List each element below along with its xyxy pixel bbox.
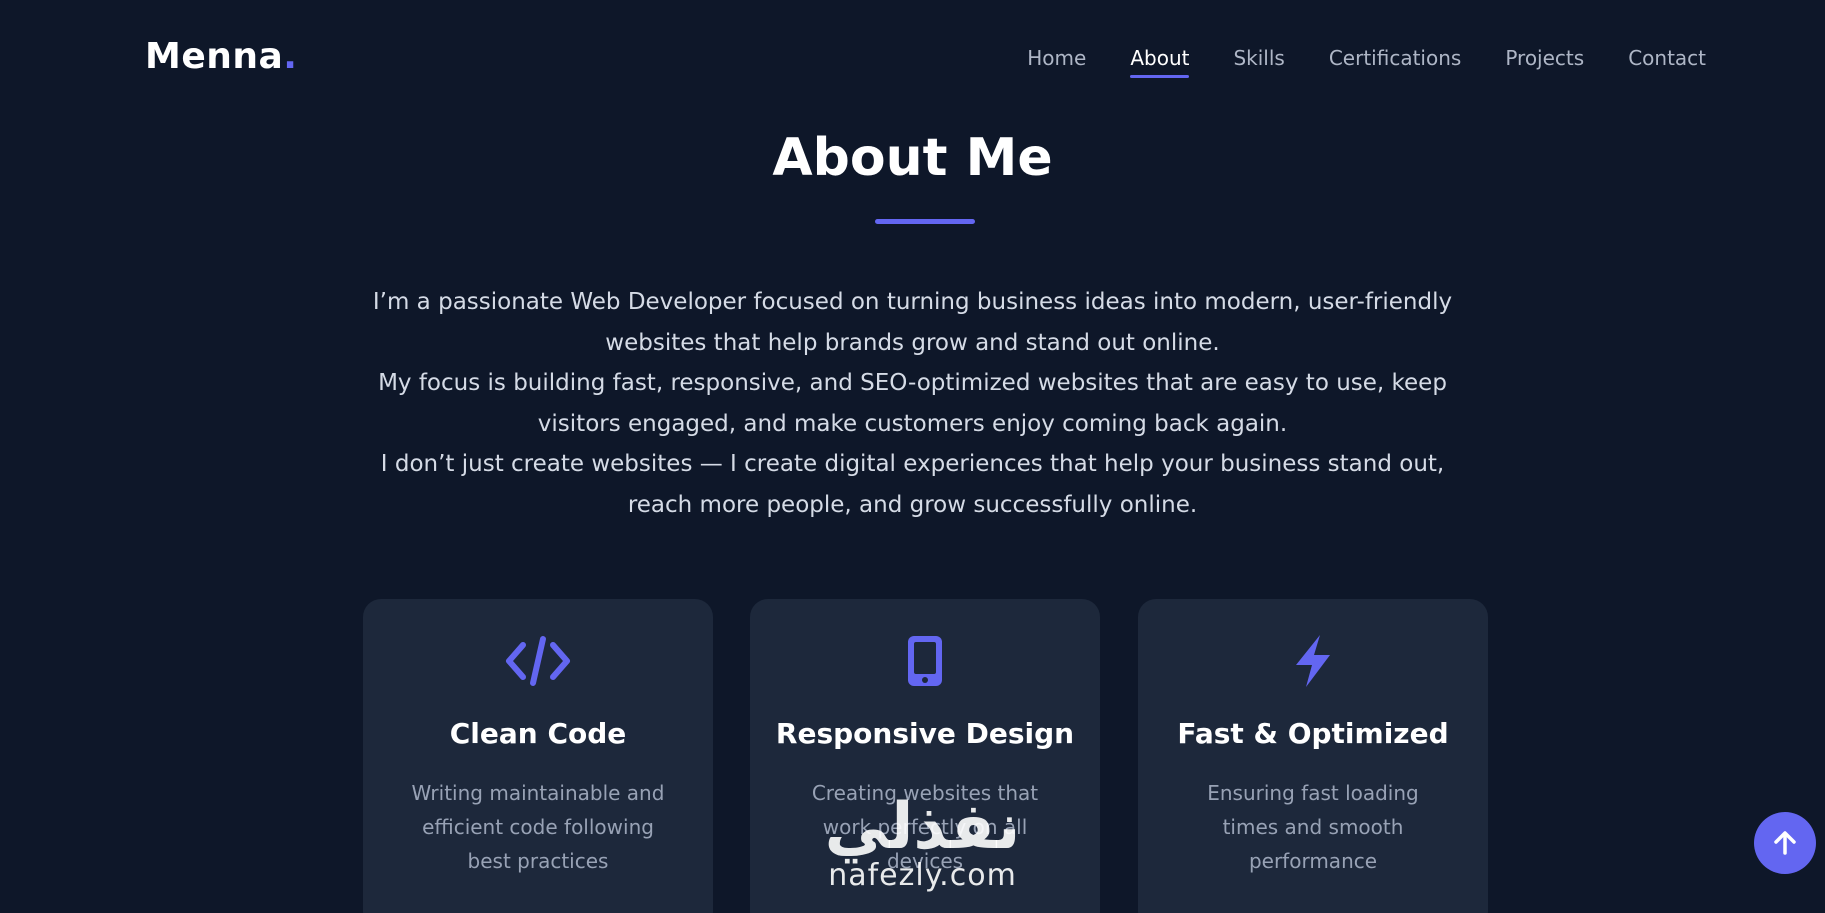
intro-paragraph-2: My focus is building fast, responsive, a… bbox=[378, 370, 1447, 437]
feature-card-responsive-design: Responsive Design Creating websites that… bbox=[750, 599, 1100, 913]
title-underline bbox=[875, 219, 975, 224]
nav-contact[interactable]: Contact bbox=[1628, 46, 1706, 78]
arrow-up-icon bbox=[1774, 831, 1796, 855]
card-description: Ensuring fast loading times and smooth p… bbox=[1207, 781, 1419, 873]
nav-projects[interactable]: Projects bbox=[1505, 46, 1584, 78]
feature-card-clean-code: Clean Code Writing maintainable and effi… bbox=[363, 599, 713, 913]
logo-text: Menna bbox=[145, 36, 284, 77]
intro-paragraph-1: I’m a passionate Web Developer focused o… bbox=[372, 289, 1453, 356]
nav-home[interactable]: Home bbox=[1027, 46, 1086, 78]
feature-card-fast-optimized: Fast & Optimized Ensuring fast loading t… bbox=[1138, 599, 1488, 913]
mobile-icon bbox=[750, 631, 1100, 691]
card-description: Creating websites that work perfectly on… bbox=[811, 781, 1039, 873]
card-title: Fast & Optimized bbox=[1177, 717, 1449, 750]
lightning-icon bbox=[1138, 631, 1488, 691]
nav-certifications[interactable]: Certifications bbox=[1329, 46, 1461, 78]
card-title: Responsive Design bbox=[775, 717, 1075, 750]
section-title: About Me bbox=[772, 128, 1053, 188]
code-icon bbox=[363, 631, 713, 691]
nav-about[interactable]: About bbox=[1130, 46, 1190, 78]
intro-paragraph-3: I don’t just create websites — I create … bbox=[380, 451, 1445, 518]
about-intro: I’m a passionate Web Developer focused o… bbox=[355, 282, 1470, 525]
logo[interactable]: Menna. bbox=[145, 36, 297, 77]
page: Menna. Home About Skills Certifications … bbox=[0, 0, 1825, 913]
card-title: Clean Code bbox=[449, 717, 627, 750]
logo-dot: . bbox=[283, 36, 298, 77]
nav-skills[interactable]: Skills bbox=[1233, 46, 1284, 78]
main-nav: Home About Skills Certifications Project… bbox=[1027, 46, 1706, 78]
card-description: Writing maintainable and efficient code … bbox=[411, 781, 665, 873]
scroll-to-top-button[interactable] bbox=[1754, 812, 1816, 874]
